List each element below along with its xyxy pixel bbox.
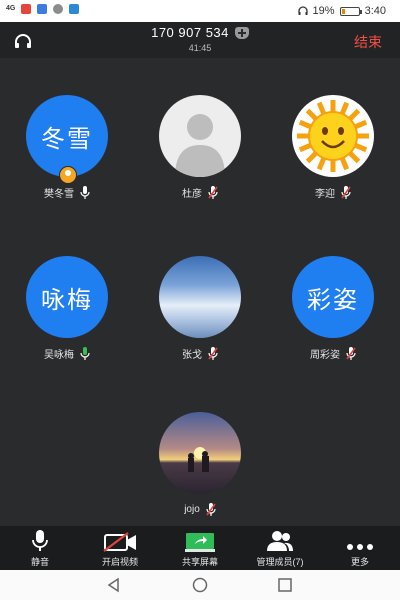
end-call-button[interactable]: 结束	[354, 32, 382, 52]
notification-icon	[53, 4, 64, 14]
host-badge-icon	[59, 166, 77, 184]
participant-name: 吴咏梅	[44, 349, 74, 361]
mic-muted-icon	[208, 346, 218, 360]
recents-icon[interactable]	[277, 577, 293, 593]
avatar-initials: 咏梅	[41, 286, 93, 314]
manage-label: 管理成员(7)	[256, 557, 304, 567]
video-label: 开启视频	[101, 557, 138, 567]
notification-icon	[21, 4, 32, 14]
call-duration: 41:45	[188, 43, 212, 53]
share-screen-button[interactable]: 共享屏幕	[160, 526, 240, 570]
avatar-initials: 冬雪	[41, 125, 93, 153]
mic-icon	[80, 185, 90, 199]
mic-muted-icon	[346, 346, 356, 360]
participant-name: 樊冬雪	[44, 188, 74, 200]
notification-icon	[69, 4, 80, 14]
status-bar: 4G 19% 3:40	[0, 0, 400, 22]
share-screen-icon	[185, 533, 215, 552]
more-button[interactable]: 更多	[320, 526, 400, 570]
microphone-icon	[32, 530, 48, 551]
battery-percent: 19%	[312, 5, 335, 17]
battery-icon	[339, 6, 362, 16]
headset-status-icon	[297, 6, 308, 15]
participant-avatar: 彩姿	[292, 256, 374, 338]
start-video-button[interactable]: 开启视频	[80, 526, 160, 570]
signal-indicator: 4G	[6, 5, 16, 12]
system-nav-bar	[0, 570, 400, 600]
participant-name: 周彩姿	[310, 349, 340, 361]
participant-avatar	[292, 95, 374, 177]
participant-name: 杜彦	[182, 188, 202, 200]
participant-avatar	[159, 95, 241, 177]
participant-name: jojo	[184, 503, 200, 515]
manage-participants-button[interactable]: 管理成员(7)	[240, 526, 320, 570]
mic-muted-icon	[341, 185, 351, 199]
back-icon[interactable]	[106, 577, 122, 593]
participant-tile[interactable]: 李迎	[278, 95, 388, 200]
participant-avatar: 冬雪	[26, 95, 108, 177]
participant-avatar	[159, 412, 241, 494]
participant-name: 李迎	[315, 188, 335, 200]
mic-muted-icon	[208, 185, 218, 199]
call-header: 170 907 534 41:45 结束	[0, 22, 400, 58]
more-label: 更多	[350, 557, 369, 567]
participant-tile[interactable]: 咏梅 吴咏梅	[12, 256, 122, 361]
avatar-initials: 彩姿	[307, 286, 359, 314]
mic-muted-icon	[206, 502, 216, 516]
participant-tile[interactable]: jojo	[145, 412, 255, 516]
mute-button[interactable]: 静音	[0, 526, 80, 570]
notification-icon	[37, 4, 48, 14]
meeting-number: 170 907 534	[151, 25, 229, 40]
participant-name: 张戈	[182, 349, 202, 361]
shield-icon[interactable]	[234, 26, 249, 39]
more-dots-icon	[347, 544, 373, 550]
participant-tile[interactable]: 杜彦	[145, 95, 255, 200]
participant-avatar: 咏梅	[26, 256, 108, 338]
participant-tile[interactable]: 冬雪 樊冬雪	[12, 95, 122, 200]
participant-tile[interactable]: 张戈	[145, 256, 255, 361]
participants-icon	[267, 531, 293, 551]
participant-avatar	[159, 256, 241, 338]
share-label: 共享屏幕	[181, 557, 218, 567]
video-camera-off-icon	[103, 532, 136, 552]
mic-icon	[80, 346, 90, 360]
participant-tile[interactable]: 彩姿 周彩姿	[278, 256, 388, 361]
mute-label: 静音	[30, 557, 49, 567]
meeting-toolbar: 静音 开启视频 共享屏幕 管理成员(7) 更多	[0, 526, 400, 570]
home-icon[interactable]	[192, 577, 208, 593]
clock: 3:40	[364, 5, 386, 17]
